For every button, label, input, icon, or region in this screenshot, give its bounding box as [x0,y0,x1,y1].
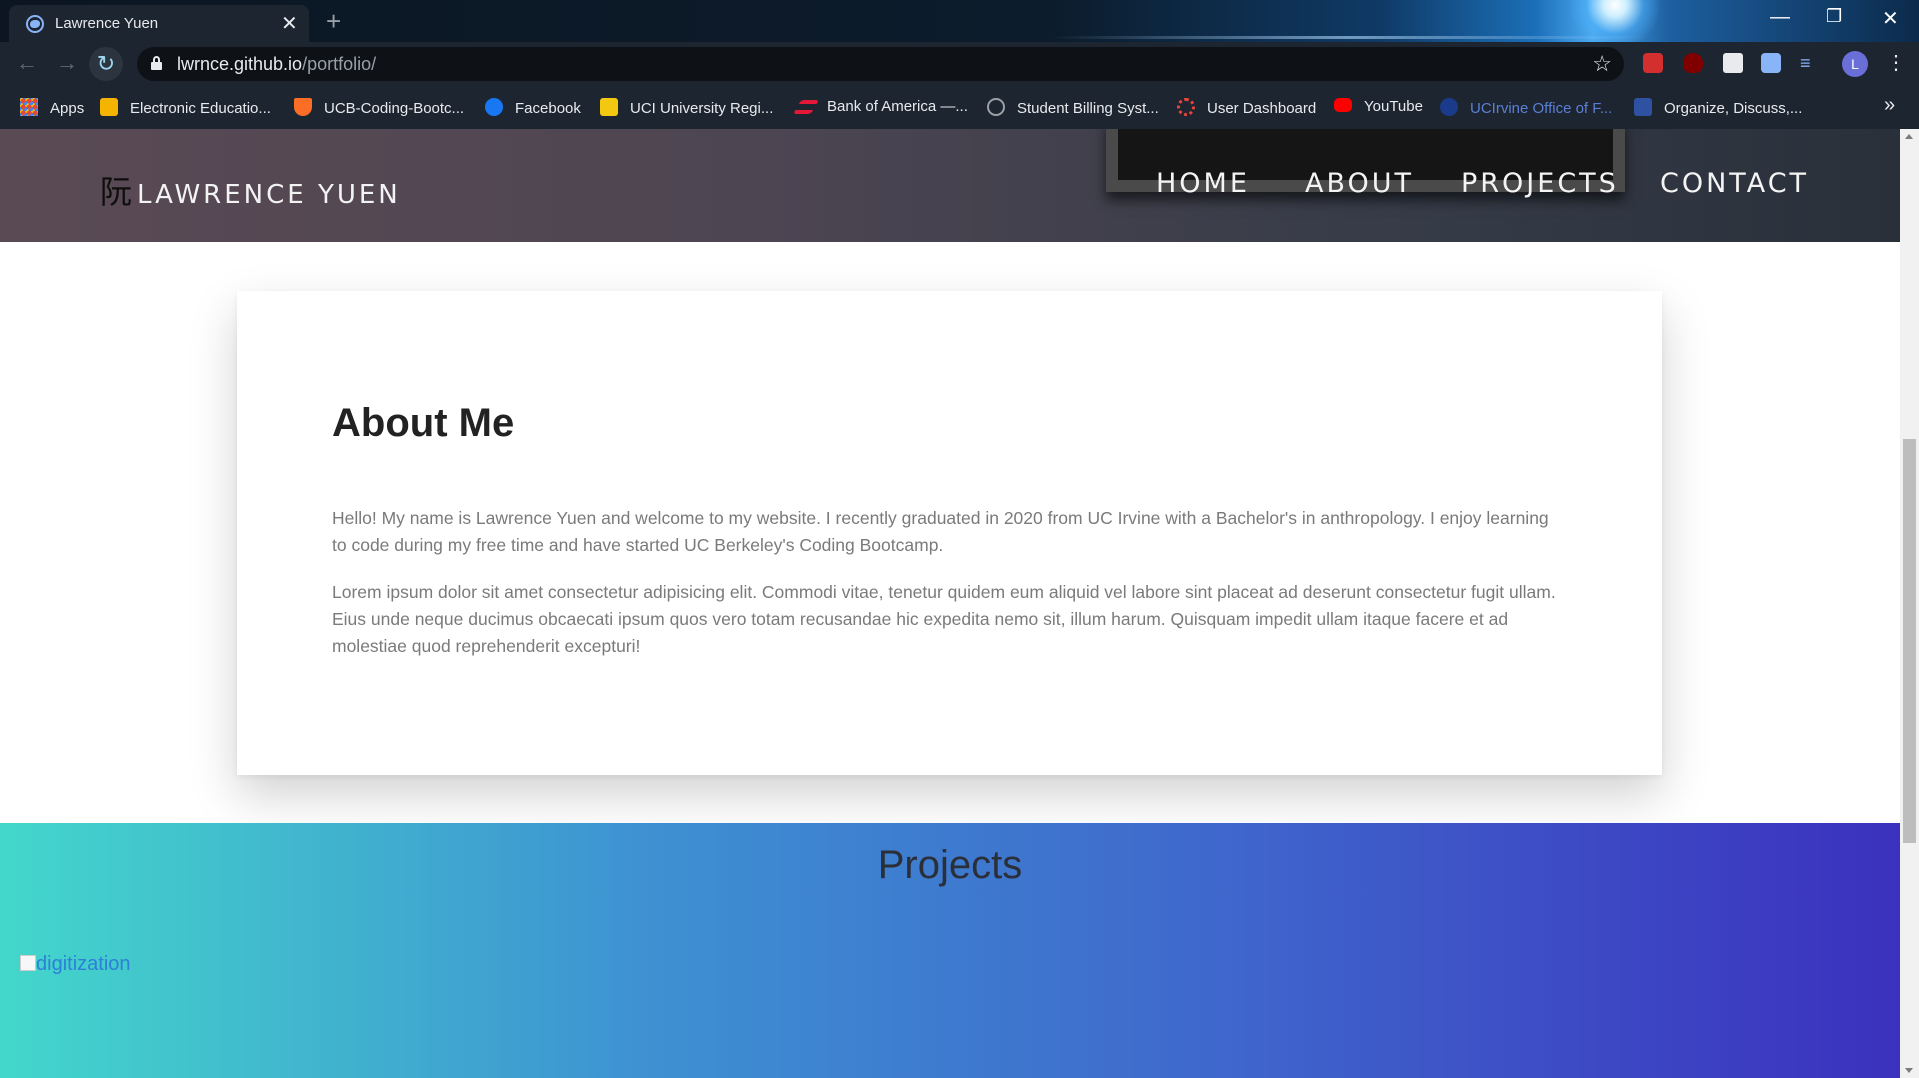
projects-section: Projects digitization [0,823,1900,1078]
bookmark-electronic-education[interactable]: Electronic Educatio... [100,98,271,118]
nav-home[interactable]: HOME [1156,168,1250,199]
tab-title: Lawrence Yuen [55,15,159,32]
brand-glyph: 阮 [100,173,136,211]
bookmark-label: UCIrvine Office of F... [1470,100,1613,117]
gitlab-icon [294,98,312,116]
scrollbar-thumb[interactable] [1903,439,1916,843]
url-text: lwrnce.github.io/portfolio/ [177,54,376,75]
bookmark-user-dashboard[interactable]: User Dashboard [1177,98,1316,118]
bookmark-label: YouTube [1364,98,1423,115]
about-paragraph-1: Hello! My name is Lawrence Yuen and welc… [332,508,1549,555]
ublock-icon[interactable] [1683,53,1703,73]
dashboard-icon [1177,98,1195,116]
site-header: 阮LAWRENCE YUEN HOME ABOUT PROJECTS CONTA… [0,129,1900,242]
apps-grid-icon [20,98,38,116]
bookmark-label: Facebook [515,100,581,117]
bookmark-myanimelist[interactable]: Organize, Discuss,... [1634,98,1802,118]
project-image-link[interactable]: digitization [20,953,131,976]
bookmarks-bar: Apps Electronic Educatio... UCB-Coding-B… [0,86,1919,129]
education-icon [100,98,118,116]
bank-of-america-icon [792,100,820,114]
tab-close-icon[interactable]: ✕ [281,11,298,36]
nav-about[interactable]: ABOUT [1305,168,1414,199]
puzzle-extensions-icon[interactable] [1761,53,1781,73]
browser-tab[interactable]: Lawrence Yuen ✕ [9,5,309,42]
bookmark-label: User Dashboard [1207,100,1317,117]
bookmark-uci-registrar[interactable]: UCI University Regi... [600,98,773,118]
bookmark-label: UCB-Coding-Bootc... [324,100,465,117]
bookmark-apps[interactable]: Apps [20,98,84,118]
mal-icon [1634,98,1652,116]
site-brand[interactable]: 阮LAWRENCE YUEN [100,167,401,213]
globe-icon [26,15,44,33]
youtube-icon [1334,98,1352,112]
bookmark-star-icon[interactable]: ☆ [1592,51,1612,77]
bookmark-bank-of-america[interactable]: Bank of America —... [792,98,968,118]
bookmark-label: Organize, Discuss,... [1664,100,1803,117]
brand-name: LAWRENCE YUEN [137,180,401,210]
new-tab-button[interactable]: + [326,6,341,37]
scroll-down-icon[interactable] [1905,1068,1913,1073]
menu-kebab-icon[interactable]: ⋮ [1886,50,1906,75]
reg-icon [600,98,618,116]
url-path: /portfolio/ [302,54,377,74]
minimize-button[interactable]: — [1770,6,1790,29]
address-bar[interactable]: lwrnce.github.io/portfolio/ ☆ [137,47,1624,81]
nav-projects[interactable]: PROJECTS [1461,168,1619,199]
extension-red-icon[interactable] [1643,53,1663,73]
browser-chrome: Lawrence Yuen ✕ + — ❐ ✕ ← → ↻ lwrnce.git… [0,0,1919,129]
restore-button[interactable]: ❐ [1826,6,1842,27]
bookmark-label: Apps [50,100,85,117]
nav-contact[interactable]: CONTACT [1660,168,1809,199]
bookmark-student-billing[interactable]: Student Billing Syst... [987,98,1159,118]
broken-image-icon [20,955,36,971]
bookmark-youtube[interactable]: YouTube [1334,98,1423,118]
bookmark-uci-financial[interactable]: UCIrvine Office of F... [1440,98,1612,118]
page-scrollbar[interactable] [1900,129,1919,1078]
bookmark-label: UCI University Regi... [630,100,774,117]
project-image-alt: digitization [36,953,131,975]
extension-badge-icon[interactable] [1723,53,1743,73]
window-close-button[interactable]: ✕ [1882,6,1899,31]
bookmark-label: Student Billing Syst... [1017,100,1159,117]
uci-icon [1440,98,1458,116]
reading-list-icon[interactable]: ≡ [1800,53,1820,73]
bookmark-ucb-coding-bootcamp[interactable]: UCB-Coding-Bootc... [294,98,464,118]
facebook-icon [485,98,503,116]
about-paragraph-2: Lorem ipsum dolor sit amet consectetur a… [332,582,1556,656]
lock-icon [151,56,162,70]
back-arrow-icon[interactable]: ← [16,50,38,76]
projects-heading: Projects [877,843,1023,887]
scroll-up-icon[interactable] [1905,134,1913,139]
about-heading: About Me [332,401,515,445]
tab-strip: Lawrence Yuen ✕ + — ❐ ✕ [0,0,1919,42]
browser-toolbar: ← → ↻ lwrnce.github.io/portfolio/ ☆ ≡ L … [0,42,1919,86]
bookmark-facebook[interactable]: Facebook [485,98,581,118]
page-viewport: 阮LAWRENCE YUEN HOME ABOUT PROJECTS CONTA… [0,129,1900,1078]
url-host: lwrnce.github.io [177,54,303,74]
forward-arrow-icon[interactable]: → [56,50,78,76]
reload-icon[interactable]: ↻ [89,47,123,81]
bookmarks-overflow-button[interactable]: » [1884,94,1895,117]
theme-streak [1050,36,1650,39]
bookmark-label: Electronic Educatio... [130,100,271,117]
bookmark-label: Bank of America —... [827,98,968,115]
globe-icon [987,98,1005,116]
profile-avatar[interactable]: L [1842,51,1868,77]
about-card: About Me Hello! My name is Lawrence Yuen… [237,291,1662,775]
